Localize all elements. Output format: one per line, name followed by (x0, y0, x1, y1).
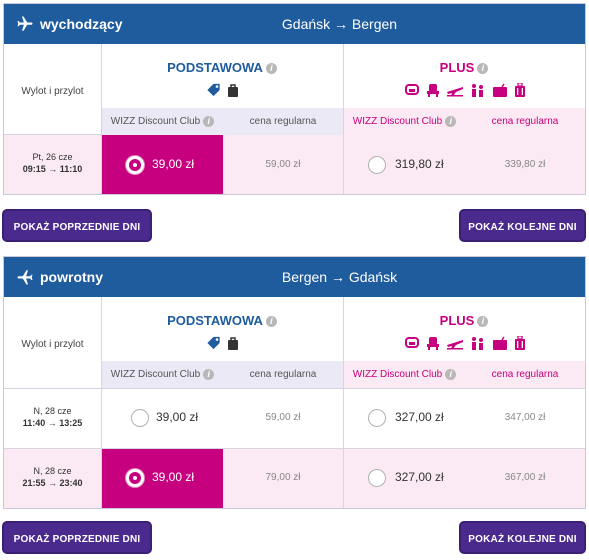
suitcase-icon (493, 336, 507, 350)
price: 39,00 zł (156, 410, 199, 424)
price: 319,80 zł (395, 157, 444, 171)
seat-icon (405, 337, 419, 348)
chair-icon (427, 337, 439, 350)
flight-date: N, 28 cze (33, 466, 72, 476)
radio-selected[interactable] (126, 156, 144, 174)
show-next-days-button[interactable]: POKAŻ KOLEJNE DNI (459, 521, 586, 554)
fare-plus-regular: 339,80 zł (465, 135, 585, 194)
info-icon[interactable]: i (477, 316, 489, 328)
wdc-basic-header: WIZZ Discount Club i (102, 361, 223, 388)
departure-arrival-label: Wylot i przylot (21, 86, 84, 97)
regular-basic-header: cena regularna (223, 108, 343, 135)
fare-basic-wdc-option[interactable]: 39,00 zł (102, 389, 223, 448)
fare-plus-wdc-option[interactable]: 327,00 zł (344, 389, 465, 448)
price: 327,00 zł (395, 470, 444, 484)
flight-time: 09:15 → 11:10 (22, 164, 83, 174)
info-icon[interactable]: i (203, 115, 215, 127)
info-icon[interactable]: i (445, 115, 457, 127)
radio-selected[interactable] (126, 469, 144, 487)
show-previous-days-button[interactable]: POKAŻ POPRZEDNIE DNI (2, 521, 152, 554)
info-icon[interactable]: i (203, 368, 215, 380)
fare-plus-wdc-option[interactable]: 327,00 zł (344, 449, 465, 508)
regular-price: 339,80 zł (504, 159, 546, 170)
return-flight-section: powrotny Bergen → Gdańsk Wylot i przylot… (3, 256, 586, 509)
outbound-route: Gdańsk → Bergen (281, 16, 398, 32)
regular-basic-header: cena regularna (223, 361, 343, 388)
regular-price: 79,00 zł (265, 472, 301, 483)
flight-time: 21:55 → 23:40 (22, 478, 83, 488)
plane-icon (447, 87, 463, 97)
luggage-icon (515, 336, 525, 350)
show-previous-days-button[interactable]: POKAŻ POPRZEDNIE DNI (2, 209, 152, 242)
fare-plus-regular: 347,00 zł (465, 389, 585, 448)
wdc-plus-header: WIZZ Discount Club i (344, 361, 465, 388)
info-icon[interactable]: i (265, 316, 277, 328)
wdc-plus-header: WIZZ Discount Club i (344, 108, 465, 135)
fare-basic-title: PODSTAWOWA i (101, 313, 343, 328)
tag-icon (207, 336, 220, 350)
outbound-header: wychodzący Gdańsk → Bergen (4, 4, 585, 44)
bag-icon (228, 337, 238, 350)
seat-icon (405, 84, 419, 95)
radio-unselected[interactable] (368, 469, 386, 487)
luggage-icon (515, 83, 525, 97)
people-icon (472, 337, 483, 350)
flight-date: Pt, 26 cze (32, 152, 73, 162)
radio-unselected[interactable] (368, 409, 386, 427)
fare-basic-regular: 79,00 zł (223, 449, 343, 508)
flight-date-time: Pt, 26 cze 09:15 → 11:10 (4, 135, 101, 194)
fare-basic-regular: 59,00 zł (223, 389, 343, 448)
info-icon[interactable]: i (477, 63, 489, 75)
fare-plus-regular: 367,00 zł (465, 449, 585, 508)
flight-date-time: N, 28 cze 21:55 → 23:40 (4, 449, 101, 508)
radio-unselected[interactable] (131, 409, 149, 427)
regular-plus-header: cena regularna (465, 361, 585, 388)
regular-price: 347,00 zł (504, 412, 546, 423)
fare-basic-title: PODSTAWOWA i (101, 60, 343, 75)
show-next-days-button[interactable]: POKAŻ KOLEJNE DNI (459, 209, 586, 242)
tag-icon (207, 83, 220, 97)
departure-arrival-label: Wylot i przylot (21, 339, 84, 350)
regular-price: 59,00 zł (265, 412, 301, 423)
flight-time: 11:40 → 13:25 (22, 418, 83, 428)
fare-plus-wdc-option[interactable]: 319,80 zł (344, 135, 465, 194)
plane-icon (447, 340, 463, 350)
fare-plus-title: PLUS i (343, 313, 585, 328)
chair-icon (427, 84, 439, 97)
return-route: Bergen → Gdańsk (281, 269, 398, 285)
fare-basic-regular: 59,00 zł (223, 135, 343, 194)
fare-basic-wdc-option[interactable]: 39,00 zł (102, 449, 223, 508)
info-icon[interactable]: i (265, 63, 277, 75)
bag-icon (228, 84, 238, 97)
radio-unselected[interactable] (368, 156, 386, 174)
regular-plus-header: cena regularna (465, 108, 585, 135)
fare-plus-title: PLUS i (343, 60, 585, 75)
price: 327,00 zł (395, 410, 444, 424)
suitcase-icon (493, 83, 507, 97)
people-icon (472, 84, 483, 97)
outbound-flight-section: wychodzący Gdańsk → Bergen Wylot i przyl… (3, 3, 586, 195)
regular-price: 367,00 zł (504, 472, 546, 483)
flight-date-time: N, 28 cze 11:40 → 13:25 (4, 389, 101, 448)
price: 39,00 zł (152, 157, 195, 171)
return-header: powrotny Bergen → Gdańsk (4, 257, 585, 297)
info-icon[interactable]: i (445, 368, 457, 380)
price: 39,00 zł (152, 470, 195, 484)
fare-basic-wdc-option[interactable]: 39,00 zł (102, 135, 223, 194)
regular-price: 59,00 zł (265, 159, 301, 170)
wdc-basic-header: WIZZ Discount Club i (102, 108, 223, 135)
flight-date: N, 28 cze (33, 406, 72, 416)
